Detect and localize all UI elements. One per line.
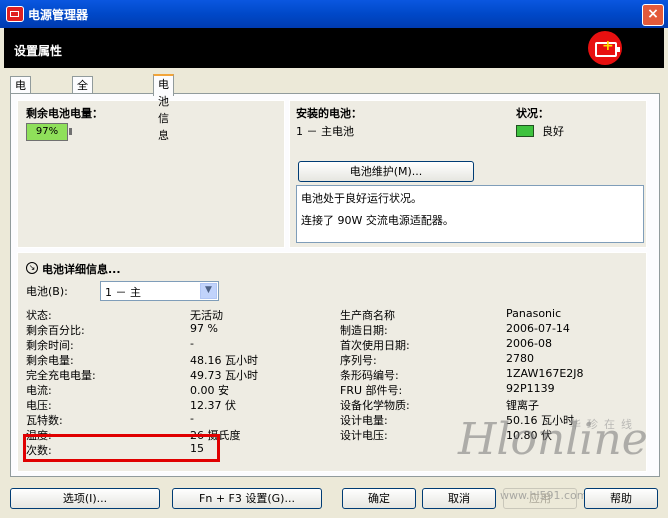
detail-value: 48.16 瓦小时 xyxy=(190,354,258,367)
detail-label: 序列号: xyxy=(340,354,377,367)
watermark: Hlonline 华珍在线 xyxy=(458,410,648,480)
close-button[interactable]: × xyxy=(642,4,664,26)
detail-label: 设备化学物质: xyxy=(340,399,410,412)
details-title[interactable]: 电池详细信息... xyxy=(42,261,121,277)
window-title: 电源管理器 xyxy=(28,8,89,22)
chevron-down-icon[interactable]: ▼ xyxy=(200,283,217,299)
installed-battery-title: 安装的电池： xyxy=(296,107,362,120)
detail-label: 状态: xyxy=(26,309,52,322)
battery-select-label: 电池(B): xyxy=(26,285,68,298)
detail-label: 电压: xyxy=(26,399,52,412)
status-title: 状况： xyxy=(516,107,549,120)
detail-label: 完全充电电量: xyxy=(26,369,96,382)
battery-good-icon xyxy=(516,125,534,137)
detail-value: - xyxy=(190,337,194,350)
detail-value: Panasonic xyxy=(506,307,562,320)
tab-power-scheme[interactable]: 电源方案 xyxy=(10,76,31,143)
detail-label: 生产商名称 xyxy=(340,309,395,322)
battery-maintenance-button[interactable]: 电池维护(M)... xyxy=(298,161,474,182)
collapse-arrow-icon[interactable]: ↘ xyxy=(26,262,38,274)
detail-value: 1ZAW167E2J8 xyxy=(506,367,584,380)
detail-label: 电流: xyxy=(26,384,52,397)
remaining-battery-title: 剩余电池电量： xyxy=(26,107,103,120)
header-title: 设置属性 xyxy=(14,44,63,58)
detail-value: 无活动 xyxy=(190,309,223,322)
ok-button[interactable]: 确定 xyxy=(342,488,416,509)
help-button[interactable]: 帮助 xyxy=(584,488,658,509)
cancel-button[interactable]: 取消 xyxy=(422,488,496,509)
detail-label: 瓦特数: xyxy=(26,414,63,427)
header-banner: 设置属性 + xyxy=(4,28,664,68)
detail-value: 0.00 安 xyxy=(190,384,229,397)
battery-level-indicator: 97% xyxy=(26,123,72,141)
detail-label: 剩余电量: xyxy=(26,354,74,367)
watermark-cn: 华珍在线 xyxy=(570,418,638,431)
remaining-battery-box: 剩余电池电量： 97% xyxy=(17,100,285,248)
installed-battery-item: 1 － 主电池 xyxy=(296,125,354,138)
detail-value: 92P1139 xyxy=(506,382,555,395)
detail-value: 2006-07-14 xyxy=(506,322,570,335)
detail-value: 12.37 伏 xyxy=(190,399,236,412)
detail-label: 剩余时间: xyxy=(26,339,74,352)
tab-battery-info[interactable]: 电池信息 xyxy=(153,74,174,142)
status-value: 良好 xyxy=(542,125,564,138)
detail-label: 首次使用日期: xyxy=(340,339,410,352)
battery-select[interactable]: 1 － 主 ▼ xyxy=(100,281,219,301)
detail-label: FRU 部件号: xyxy=(340,384,403,397)
detail-value: - xyxy=(190,412,194,425)
battery-plus-icon: + xyxy=(588,31,622,65)
detail-value: 97 % xyxy=(190,322,218,335)
tab-global-power-settings[interactable]: 全局电源设置 xyxy=(72,76,93,177)
detail-label: 制造日期: xyxy=(340,324,388,337)
battery-select-value: 1 － 主 xyxy=(105,286,141,299)
info-line: 电池处于良好运行状况。 xyxy=(301,192,422,205)
fn-f3-settings-button[interactable]: Fn + F3 设置(G)... xyxy=(172,488,322,509)
title-bar: 电源管理器 × xyxy=(0,0,668,28)
options-button[interactable]: 选项(I)... xyxy=(10,488,160,509)
detail-label: 设计电量: xyxy=(340,414,388,427)
apply-button[interactable]: 应用 xyxy=(503,488,577,509)
highlight-box xyxy=(23,434,220,462)
info-line: 连接了 90W 交流电源适配器。 xyxy=(301,214,454,227)
detail-label: 剩余百分比: xyxy=(26,324,85,337)
battery-status-info-box: 电池处于良好运行状况。 连接了 90W 交流电源适配器。 xyxy=(296,185,644,243)
app-icon xyxy=(6,6,24,22)
detail-label: 条形码编号: xyxy=(340,369,399,382)
battery-percent: 97% xyxy=(35,126,59,137)
detail-label: 设计电压: xyxy=(340,429,388,442)
detail-value: 2006-08 xyxy=(506,337,552,350)
detail-value: 49.73 瓦小时 xyxy=(190,369,258,382)
detail-value: 2780 xyxy=(506,352,534,365)
installed-battery-box: 安装的电池： 1 － 主电池 状况： 良好 电池维护(M)... 电池处于良好运… xyxy=(289,100,647,248)
